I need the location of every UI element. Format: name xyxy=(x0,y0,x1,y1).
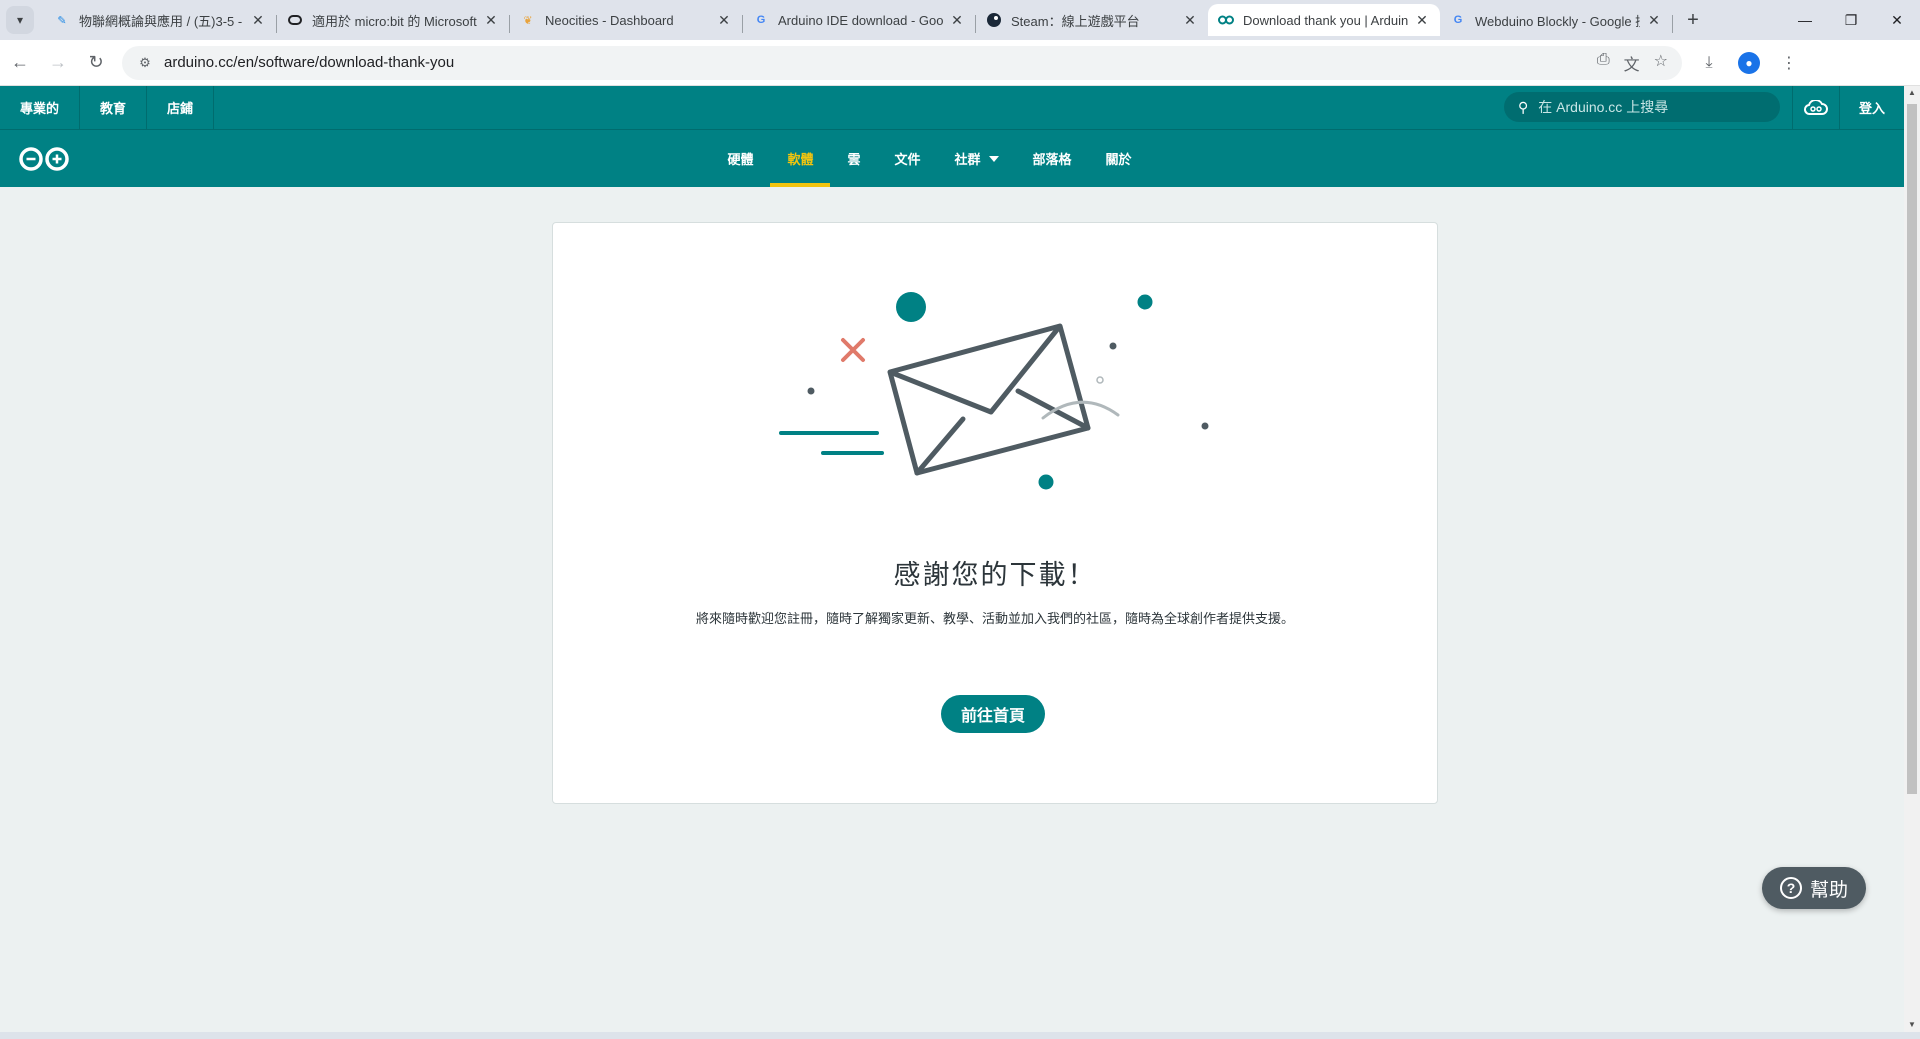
restore-button[interactable]: ❐ xyxy=(1828,0,1874,40)
tab-search-button[interactable]: ▾ xyxy=(6,6,34,34)
close-tab-icon[interactable]: ✕ xyxy=(716,12,732,29)
browser-tab[interactable]: ❦ Neocities - Dashboard ✕ xyxy=(510,4,742,36)
topnav-item-education[interactable]: 教育 xyxy=(80,86,148,129)
browser-toolbar: ← → ↻ ⚙ arduino.cc/en/software/download-… xyxy=(0,40,1920,86)
arrow-left-icon: ← xyxy=(11,52,29,72)
reload-button[interactable]: ↻ xyxy=(78,45,114,81)
arduino-logo-icon xyxy=(19,147,69,171)
scrollbar-thumb[interactable] xyxy=(1907,104,1917,794)
thank-you-message: 將來隨時歡迎您註冊，隨時了解獨家更新、教學、活動並加入我們的社區，隨時為全球創作… xyxy=(695,611,1294,626)
nav-link-community[interactable]: 社群 xyxy=(938,130,1016,187)
browser-tab[interactable]: G Webduino Blockly - Google 搜 ✕ xyxy=(1440,4,1672,36)
close-tab-icon[interactable]: ✕ xyxy=(250,12,266,29)
forward-button[interactable]: → xyxy=(40,45,76,81)
profile-button[interactable]: ● xyxy=(1732,46,1766,80)
steam-icon xyxy=(986,12,1002,28)
plus-icon: + xyxy=(1687,8,1699,31)
close-tab-icon[interactable]: ✕ xyxy=(1182,12,1198,29)
go-home-button[interactable]: 前往首頁 xyxy=(941,695,1045,733)
restore-icon: ❐ xyxy=(1844,11,1858,28)
window-bottom-edge xyxy=(0,1032,1920,1039)
topnav-item-store[interactable]: 店鋪 xyxy=(147,86,215,129)
topnav-item-pro[interactable]: 專業的 xyxy=(0,86,81,129)
tab-title: Steam：線上遊戲平台 xyxy=(1011,13,1140,29)
search-placeholder: 在 Arduino.cc 上搜尋 xyxy=(1538,99,1669,115)
page-scrollbar[interactable]: ▲ ▼ xyxy=(1904,86,1920,1032)
close-icon: ✕ xyxy=(1891,11,1903,28)
thank-you-heading: 感謝您的下載！ xyxy=(893,560,1097,591)
window-controls: — ❐ ✕ xyxy=(1782,0,1920,40)
arrow-right-icon: → xyxy=(49,52,67,72)
translate-icon[interactable]: 文 xyxy=(1624,51,1640,75)
arduino-logo[interactable] xyxy=(18,146,70,177)
cloud-icon xyxy=(1803,99,1828,115)
nav-link-docs[interactable]: 文件 xyxy=(877,130,937,187)
help-button[interactable]: ? 幫助 xyxy=(1762,867,1866,909)
login-button[interactable]: 登入 xyxy=(1840,86,1904,129)
caret-down-icon xyxy=(988,155,999,162)
chevron-down-icon: ▾ xyxy=(16,13,24,27)
close-tab-icon[interactable]: ✕ xyxy=(483,12,499,29)
browser-tab-active[interactable]: Download thank you | Arduino ✕ xyxy=(1208,4,1440,36)
new-tab-button[interactable]: + xyxy=(1679,6,1707,34)
pen-icon: ✎ xyxy=(57,14,67,27)
arduino-main-nav: 硬體 軟體 雲 文件 社群 部落格 關於 xyxy=(0,130,1904,187)
minimize-icon: — xyxy=(1798,12,1812,28)
browser-tab[interactable]: Steam：線上遊戲平台 ✕ xyxy=(976,4,1208,36)
tab-title: 物聯網概論與應用 / (五)3-5 - 面 xyxy=(79,13,244,29)
link-icon xyxy=(287,12,303,28)
nav-link-about[interactable]: 關於 xyxy=(1089,130,1149,187)
tab-divider xyxy=(1672,15,1673,33)
install-app-icon[interactable]: ⎙ xyxy=(1597,51,1610,75)
tab-title: 適用於 micro:bit 的 Microsoft M xyxy=(312,13,477,29)
browser-tab-bar: ▾ ✎ 物聯網概論與應用 / (五)3-5 - 面 ✕ 適用於 micro:bi… xyxy=(0,0,1920,40)
site-search-input[interactable]: ⚲ 在 Arduino.cc 上搜尋 xyxy=(1504,92,1780,122)
download-icon: ⤓ xyxy=(1705,53,1713,71)
nav-link-blog[interactable]: 部落格 xyxy=(1016,130,1089,187)
back-button[interactable]: ← xyxy=(2,45,38,81)
arduino-icon xyxy=(1218,12,1234,28)
arduino-top-nav: 專業的 教育 店鋪 ⚲ 在 Arduino.cc 上搜尋 登入 xyxy=(0,86,1904,130)
close-window-button[interactable]: ✕ xyxy=(1874,0,1920,40)
question-icon: ? xyxy=(1779,877,1802,899)
bookmark-star-icon[interactable]: ☆ xyxy=(1654,51,1668,75)
tab-title: Webduino Blockly - Google 搜 xyxy=(1475,13,1640,29)
help-label: 幫助 xyxy=(1809,879,1848,901)
minimize-button[interactable]: — xyxy=(1782,0,1828,40)
address-bar[interactable]: ⚙ arduino.cc/en/software/download-thank-… xyxy=(122,45,1682,80)
browser-menu-button[interactable]: ⋮ xyxy=(1772,46,1806,80)
downloads-button[interactable]: ⤓ xyxy=(1692,46,1726,80)
tab-title: Arduino IDE download - Goog xyxy=(778,12,943,28)
scroll-down-icon[interactable]: ▼ xyxy=(1904,1018,1920,1032)
scroll-up-icon[interactable]: ▲ xyxy=(1904,86,1920,100)
close-tab-icon[interactable]: ✕ xyxy=(1414,12,1430,29)
page-viewport: 專業的 教育 店鋪 ⚲ 在 Arduino.cc 上搜尋 登入 硬體 軟體 雲 … xyxy=(0,86,1904,1032)
nav-link-cloud[interactable]: 雲 xyxy=(830,130,877,187)
url-text[interactable]: arduino.cc/en/software/download-thank-yo… xyxy=(160,54,1597,71)
google-icon: G xyxy=(756,14,766,26)
tab-title: Neocities - Dashboard xyxy=(545,12,674,28)
search-icon: ⚲ xyxy=(1518,98,1529,115)
browser-tab[interactable]: ✎ 物聯網概論與應用 / (五)3-5 - 面 ✕ xyxy=(44,4,276,36)
envelope-illustration xyxy=(779,292,1209,490)
cloud-button[interactable] xyxy=(1792,86,1840,129)
reload-icon: ↻ xyxy=(88,52,104,72)
browser-tab[interactable]: G Arduino IDE download - Goog ✕ xyxy=(743,4,975,36)
google-icon: G xyxy=(1453,14,1463,26)
more-vertical-icon: ⋮ xyxy=(1781,54,1797,72)
tab-title: Download thank you | Arduino xyxy=(1243,12,1408,28)
browser-tab[interactable]: 適用於 micro:bit 的 Microsoft M ✕ xyxy=(277,4,509,36)
nav-link-hardware[interactable]: 硬體 xyxy=(710,130,770,187)
thank-you-card: 感謝您的下載！ 將來隨時歡迎您註冊，隨時了解獨家更新、教學、活動並加入我們的社區… xyxy=(552,222,1438,804)
tab-strip: ✎ 物聯網概論與應用 / (五)3-5 - 面 ✕ 適用於 micro:bit … xyxy=(44,0,1707,40)
profile-avatar-icon: ● xyxy=(1738,51,1760,74)
close-tab-icon[interactable]: ✕ xyxy=(949,12,965,29)
nav-link-software[interactable]: 軟體 xyxy=(770,130,831,187)
close-tab-icon[interactable]: ✕ xyxy=(1646,12,1662,29)
cat-icon: ❦ xyxy=(523,14,533,27)
site-info-icon[interactable]: ⚙ xyxy=(130,55,160,71)
